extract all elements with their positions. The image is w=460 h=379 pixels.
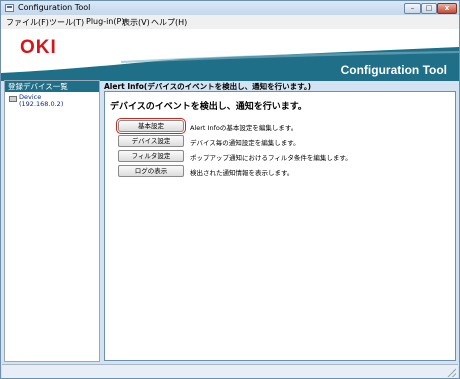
device-list-heading: 登録デバイス一覧 <box>5 81 99 92</box>
device-list-panel: 登録デバイス一覧 Device (192.168.0.2) <box>4 80 100 362</box>
show-log-button[interactable]: ログの表示 <box>118 165 184 177</box>
maximize-button[interactable]: □ <box>421 3 437 14</box>
title-bar[interactable]: Configuration Tool – □ x <box>1 1 459 15</box>
filter-settings-description: ポップアップ通知におけるフィルタ条件を編集します。 <box>190 154 352 162</box>
printer-icon <box>9 96 17 102</box>
panel-title: デバイスのイベントを検出し、通知を行います。 <box>110 102 307 112</box>
filter-settings-button[interactable]: フィルタ設定 <box>118 150 184 162</box>
header-banner: OKI Configuration Tool <box>1 29 459 81</box>
device-settings-description: デバイス毎の通知設定を編集します。 <box>190 139 300 147</box>
menu-tools[interactable]: ツール(T) <box>49 17 84 28</box>
menu-file[interactable]: ファイル(F) <box>6 17 49 28</box>
product-title: Configuration Tool <box>340 63 447 77</box>
device-list-item[interactable]: Device (192.168.0.2) <box>7 93 97 109</box>
menu-bar: ファイル(F) ツール(T) Plug-in(P) 表示(V) ヘルプ(H) <box>1 15 459 29</box>
status-bar <box>2 364 458 378</box>
app-icon <box>5 4 14 12</box>
show-log-description: 検出された通知情報を表示します。 <box>190 169 294 177</box>
close-button[interactable]: x <box>437 3 457 14</box>
resize-grip-icon[interactable] <box>447 368 456 377</box>
basic-settings-button[interactable]: 基本設定 <box>118 120 184 132</box>
app-window: Configuration Tool – □ x ファイル(F) ツール(T) … <box>0 0 460 379</box>
device-ip: (192.168.0.2) <box>19 100 64 108</box>
menu-help[interactable]: ヘルプ(H) <box>151 17 187 28</box>
device-settings-button[interactable]: デバイス設定 <box>118 135 184 147</box>
basic-settings-description: Alert Infoの基本設定を編集します。 <box>190 124 298 132</box>
alert-info-panel: デバイスのイベントを検出し、通知を行います。 基本設定 Alert Infoの基… <box>104 91 456 361</box>
minimize-button[interactable]: – <box>404 3 421 14</box>
window-title: Configuration Tool <box>18 3 91 12</box>
menu-plugin[interactable]: Plug-in(P) <box>86 17 124 26</box>
menu-view[interactable]: 表示(V) <box>122 17 150 28</box>
